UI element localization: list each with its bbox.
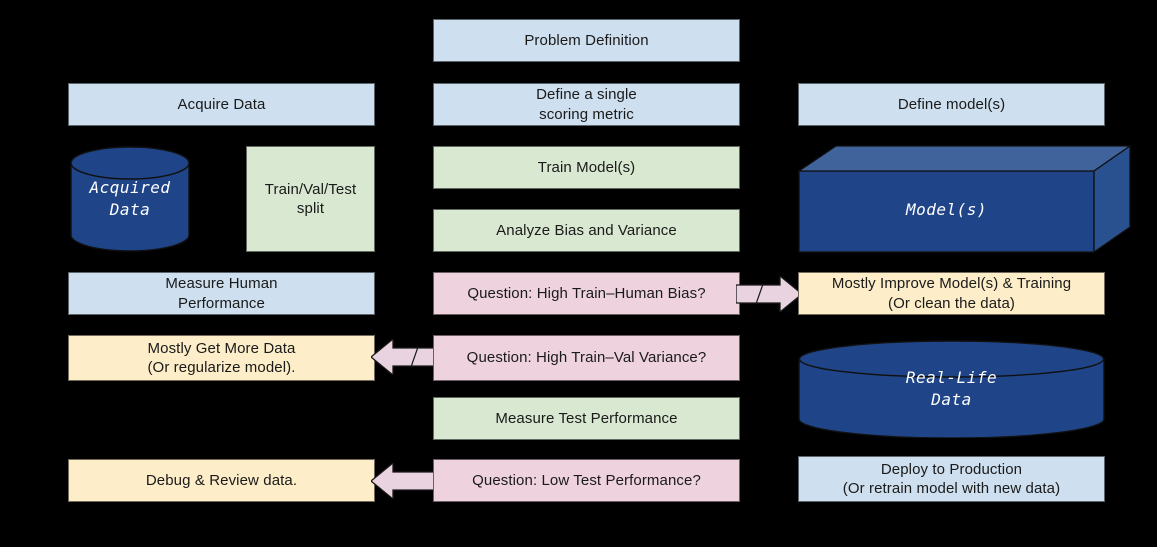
node-mostly-get-more-data: Mostly Get More Data (Or regularize mode… (68, 335, 375, 381)
node-measure-human-performance: Measure Human Performance (68, 272, 375, 315)
arrow-variance-to-more-data-icon (371, 339, 437, 375)
node-debug-review-data: Debug & Review data. (68, 459, 375, 502)
arrow-bias-to-improve-icon (736, 276, 802, 312)
datastore-models: Model(s) (798, 145, 1131, 253)
datastore-acquired-data: Acquired Data (70, 146, 190, 252)
node-train-models: Train Model(s) (433, 146, 740, 189)
node-acquire-data: Acquire Data (68, 83, 375, 126)
node-question-low-test-performance: Question: Low Test Performance? (433, 459, 740, 502)
node-problem-definition: Problem Definition (433, 19, 740, 62)
node-deploy-to-production: Deploy to Production (Or retrain model w… (798, 456, 1105, 502)
datastore-real-life-data: Real-Life Data (798, 340, 1105, 438)
node-analyze-bias-variance: Analyze Bias and Variance (433, 209, 740, 252)
node-question-train-human-bias: Question: High Train–Human Bias? (433, 272, 740, 315)
node-question-train-val-variance: Question: High Train–Val Variance? (433, 335, 740, 381)
workflow-diagram: Problem Definition Acquire Data Define a… (0, 0, 1157, 547)
datastore-models-label: Model(s) (905, 199, 988, 219)
node-define-scoring-metric: Define a single scoring metric (433, 83, 740, 126)
node-define-models: Define model(s) (798, 83, 1105, 126)
arrow-low-test-to-debug-icon (371, 463, 437, 499)
node-measure-test-performance: Measure Test Performance (433, 397, 740, 440)
datastore-real-life-data-label: Real-Life Data (905, 368, 998, 409)
node-train-val-test-split: Train/Val/Test split (246, 146, 375, 252)
node-improve-models-training: Mostly Improve Model(s) & Training (Or c… (798, 272, 1105, 315)
datastore-acquired-data-label: Acquired Data (89, 178, 171, 219)
